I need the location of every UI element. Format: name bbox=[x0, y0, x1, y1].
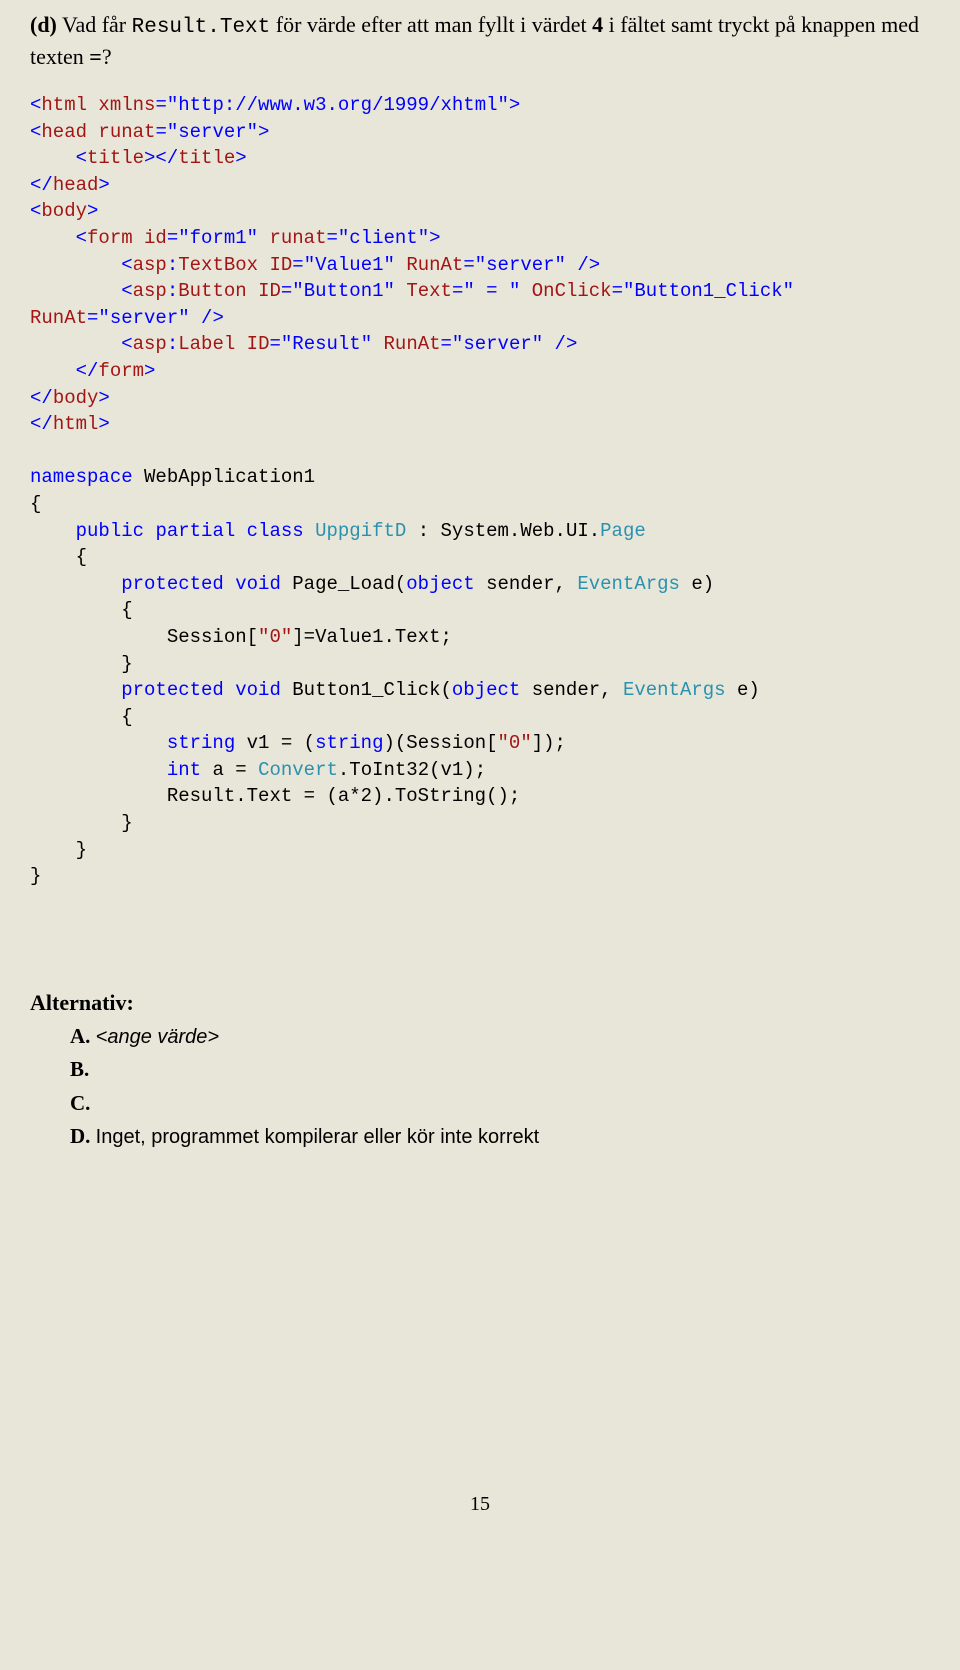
code-block: <html xmlns="http://www.w3.org/1999/xhtm… bbox=[30, 92, 930, 890]
alternative-b: B. bbox=[70, 1054, 930, 1086]
question-text: (d) Vad får Result.Text för värde efter … bbox=[30, 10, 930, 72]
alternative-d: D. Inget, programmet kompilerar eller kö… bbox=[70, 1121, 930, 1153]
alternatives-heading: Alternativ: bbox=[30, 990, 930, 1016]
page-number: 15 bbox=[30, 1493, 930, 1516]
code-inline: Result.Text bbox=[132, 16, 271, 39]
alternative-c: C. bbox=[70, 1088, 930, 1120]
document-page: (d) Vad får Result.Text för värde efter … bbox=[0, 0, 960, 1546]
question-label: (d) bbox=[30, 12, 57, 37]
alternative-a: A. <ange värde> bbox=[70, 1021, 930, 1053]
alternatives-list: A. <ange värde> B. C. D. Inget, programm… bbox=[30, 1021, 930, 1153]
